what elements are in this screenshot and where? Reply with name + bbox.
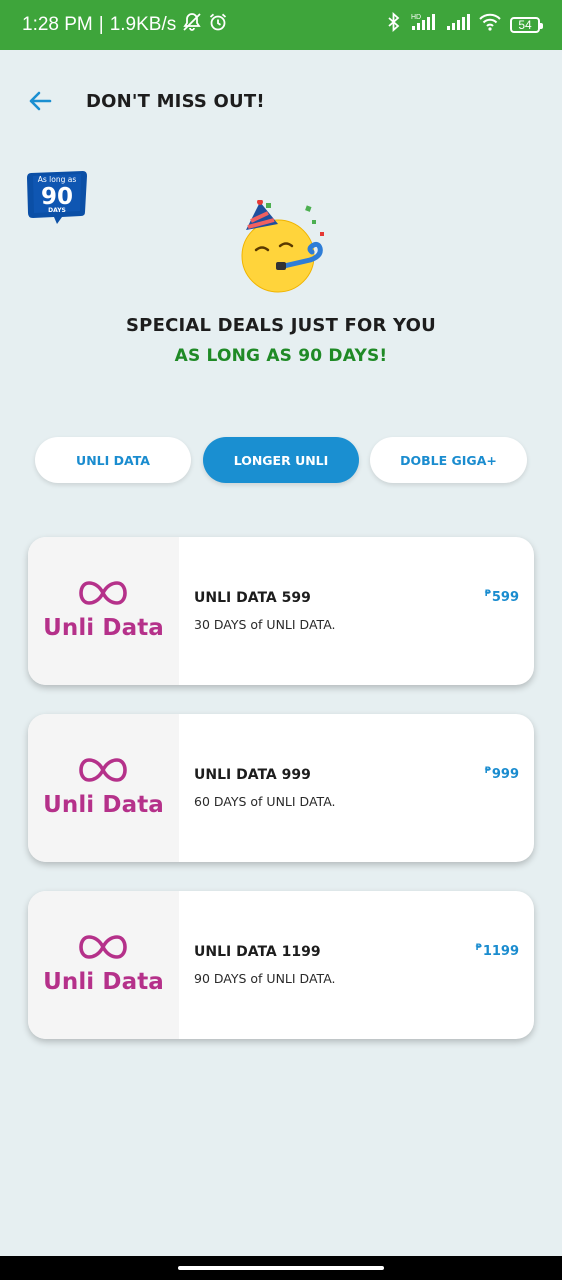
subheadline: AS LONG AS 90 DAYS! [174, 346, 388, 366]
offer-name: UNLI DATA 599 [194, 590, 311, 606]
signal-icon [446, 12, 470, 38]
wifi-icon [478, 12, 502, 38]
offer-name: UNLI DATA 999 [194, 767, 311, 783]
infinity-icon [79, 581, 127, 605]
page-title: DON'T MISS OUT! [86, 91, 265, 112]
currency-symbol: ₱ [475, 943, 482, 953]
status-time: 1:28 PM [22, 14, 93, 35]
status-bar: 1:28 PM | 1.9KB/s HD 54 [0, 0, 562, 50]
promo-badge-bottom-text: DAYS [48, 207, 66, 214]
currency-symbol: ₱ [484, 766, 491, 776]
infinity-icon [79, 758, 127, 782]
currency-symbol: ₱ [484, 589, 491, 599]
unli-data-logo: Unli Data [28, 537, 179, 685]
price-value: 1199 [482, 944, 519, 959]
status-bar-right: HD 54 [386, 11, 543, 38]
offer-description: 60 DAYS of UNLI DATA. [194, 794, 336, 809]
mute-notification-icon [182, 12, 202, 38]
home-indicator[interactable] [178, 1266, 384, 1270]
alarm-icon [208, 12, 228, 38]
offer-name: UNLI DATA 1199 [194, 944, 321, 960]
logo-text: Unli Data [43, 969, 164, 995]
tab-unli-data[interactable]: UNLI DATA [35, 437, 191, 483]
promo-badge: As long as 90 DAYS [26, 170, 88, 224]
offer-card[interactable]: Unli Data UNLI DATA 999 60 DAYS of UNLI … [28, 714, 534, 862]
offer-description: 90 DAYS of UNLI DATA. [194, 971, 336, 986]
status-separator: | [98, 14, 104, 35]
logo-text: Unli Data [43, 792, 164, 818]
unli-data-logo: Unli Data [28, 714, 179, 862]
offer-card[interactable]: Unli Data UNLI DATA 1199 90 DAYS of UNLI… [28, 891, 534, 1039]
battery-level: 54 [518, 18, 532, 32]
party-face-emoji [236, 199, 328, 296]
app-header: DON'T MISS OUT! [0, 78, 562, 128]
svg-text:HD: HD [411, 14, 421, 21]
arrow-left-icon [28, 90, 52, 116]
infinity-icon [79, 935, 127, 959]
hd-signal-icon: HD [410, 12, 438, 38]
offer-price: ₱999 [485, 766, 519, 782]
offer-price: ₱1199 [476, 943, 519, 959]
headline: SPECIAL DEALS JUST FOR YOU [126, 315, 436, 336]
battery-icon: 54 [510, 17, 543, 33]
promo-badge-top-text: As long as [38, 175, 77, 184]
price-value: 599 [491, 590, 519, 605]
tab-longer-unli[interactable]: LONGER UNLI [203, 437, 359, 483]
offer-price: ₱599 [485, 589, 519, 605]
unli-data-logo: Unli Data [28, 891, 179, 1039]
offer-card[interactable]: Unli Data UNLI DATA 599 30 DAYS of UNLI … [28, 537, 534, 685]
tab-doble-giga[interactable]: DOBLE GIGA+ [370, 437, 527, 483]
system-nav-bar [0, 1256, 562, 1280]
price-value: 999 [491, 767, 519, 782]
status-speed: 1.9KB/s [109, 14, 177, 35]
status-bar-left: 1:28 PM | 1.9KB/s [22, 12, 228, 38]
offer-description: 30 DAYS of UNLI DATA. [194, 617, 336, 632]
logo-text: Unli Data [43, 615, 164, 641]
bluetooth-icon [386, 11, 402, 38]
deal-tabs: UNLI DATA LONGER UNLI DOBLE GIGA+ [0, 437, 562, 485]
back-button[interactable] [26, 90, 54, 116]
